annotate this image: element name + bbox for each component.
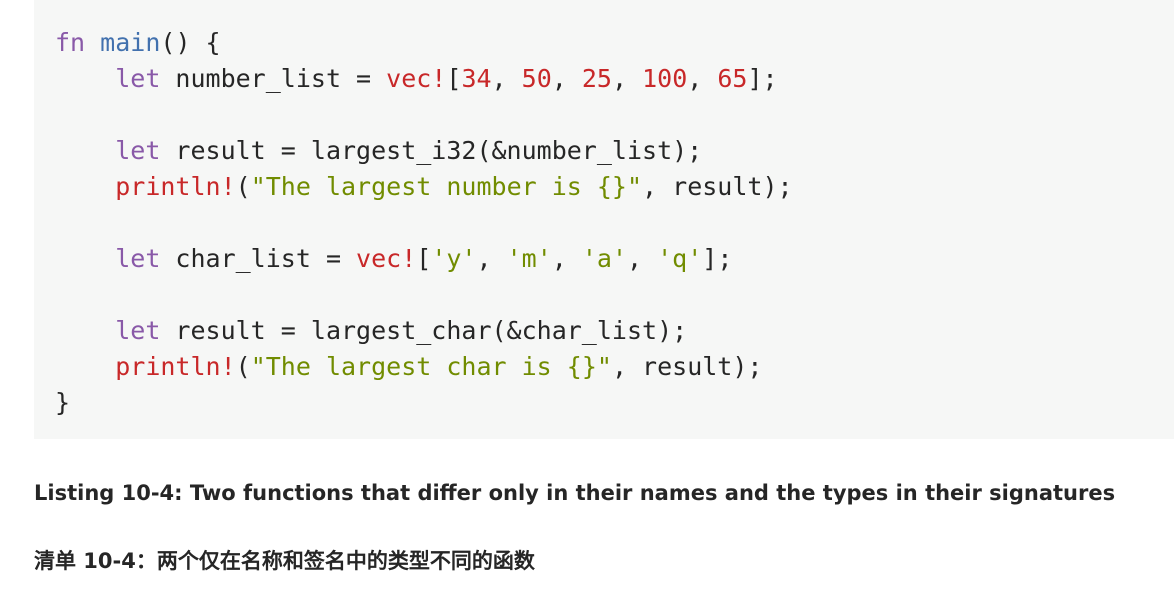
code-token: println! — [115, 352, 236, 381]
code-token: , — [491, 64, 522, 93]
code-token: () { — [160, 28, 221, 57]
code-token: vec! — [356, 244, 417, 273]
code-line: } — [55, 388, 70, 417]
code-line: let result = largest_i32(&number_list); — [55, 136, 702, 165]
code-token: char_list = — [160, 244, 357, 273]
code-token: , result); — [642, 172, 793, 201]
code-line: println!("The largest char is {}", resul… — [55, 352, 762, 381]
code-token: vec! — [386, 64, 447, 93]
code-line: fn main() { — [55, 28, 221, 57]
code-token: , — [476, 244, 507, 273]
code-token: "The largest number is {}" — [250, 172, 643, 201]
code-token: , result); — [611, 352, 763, 381]
code-token: number_list = — [160, 64, 387, 93]
code-token: , — [611, 64, 643, 93]
code-token: [ — [416, 244, 432, 273]
listing-caption-english: Listing 10-4: Two functions that differ … — [34, 481, 1116, 505]
code-token: let — [115, 64, 161, 93]
code-token: , — [687, 64, 718, 93]
code-token: 'q' — [657, 244, 703, 273]
code-token: 34 — [461, 64, 492, 93]
code-token: ( — [235, 352, 251, 381]
code-listing: fn main() { let number_list = vec![34, 5… — [55, 25, 1174, 421]
code-token: 'm' — [506, 244, 552, 273]
code-token: } — [55, 388, 71, 417]
code-line: let char_list = vec!['y', 'm', 'a', 'q']… — [55, 244, 732, 273]
code-token: "The largest char is {}" — [250, 352, 612, 381]
code-block: fn main() { let number_list = vec![34, 5… — [34, 0, 1174, 439]
code-token: 25 — [581, 64, 612, 93]
code-line: let number_list = vec![34, 50, 25, 100, … — [55, 64, 778, 93]
code-token: 50 — [521, 64, 552, 93]
code-line: let result = largest_char(&char_list); — [55, 316, 687, 345]
code-token: 'a' — [581, 244, 628, 273]
code-token: ]; — [702, 244, 733, 273]
code-token: result = largest_i32(&number_list); — [160, 136, 703, 165]
code-token: let — [115, 136, 161, 165]
code-token: 100 — [642, 64, 688, 93]
code-token: , — [551, 244, 582, 273]
code-token: , — [551, 64, 582, 93]
code-token: ( — [235, 172, 251, 201]
code-line: println!("The largest number is {}", res… — [55, 172, 793, 201]
code-token: main — [100, 28, 161, 57]
code-token: let — [115, 316, 161, 345]
code-token: , — [627, 244, 658, 273]
code-token: let — [115, 244, 161, 273]
listing-caption-chinese: 清单 10-4：两个仅在名称和签名中的类型不同的函数 — [34, 549, 535, 573]
code-token: ]; — [747, 64, 778, 93]
code-token: result = largest_char(&char_list); — [160, 316, 688, 345]
code-token: [ — [446, 64, 462, 93]
code-token: fn — [55, 28, 86, 57]
code-token: println! — [115, 172, 236, 201]
code-token: 'y' — [431, 244, 477, 273]
code-token: 65 — [717, 64, 748, 93]
